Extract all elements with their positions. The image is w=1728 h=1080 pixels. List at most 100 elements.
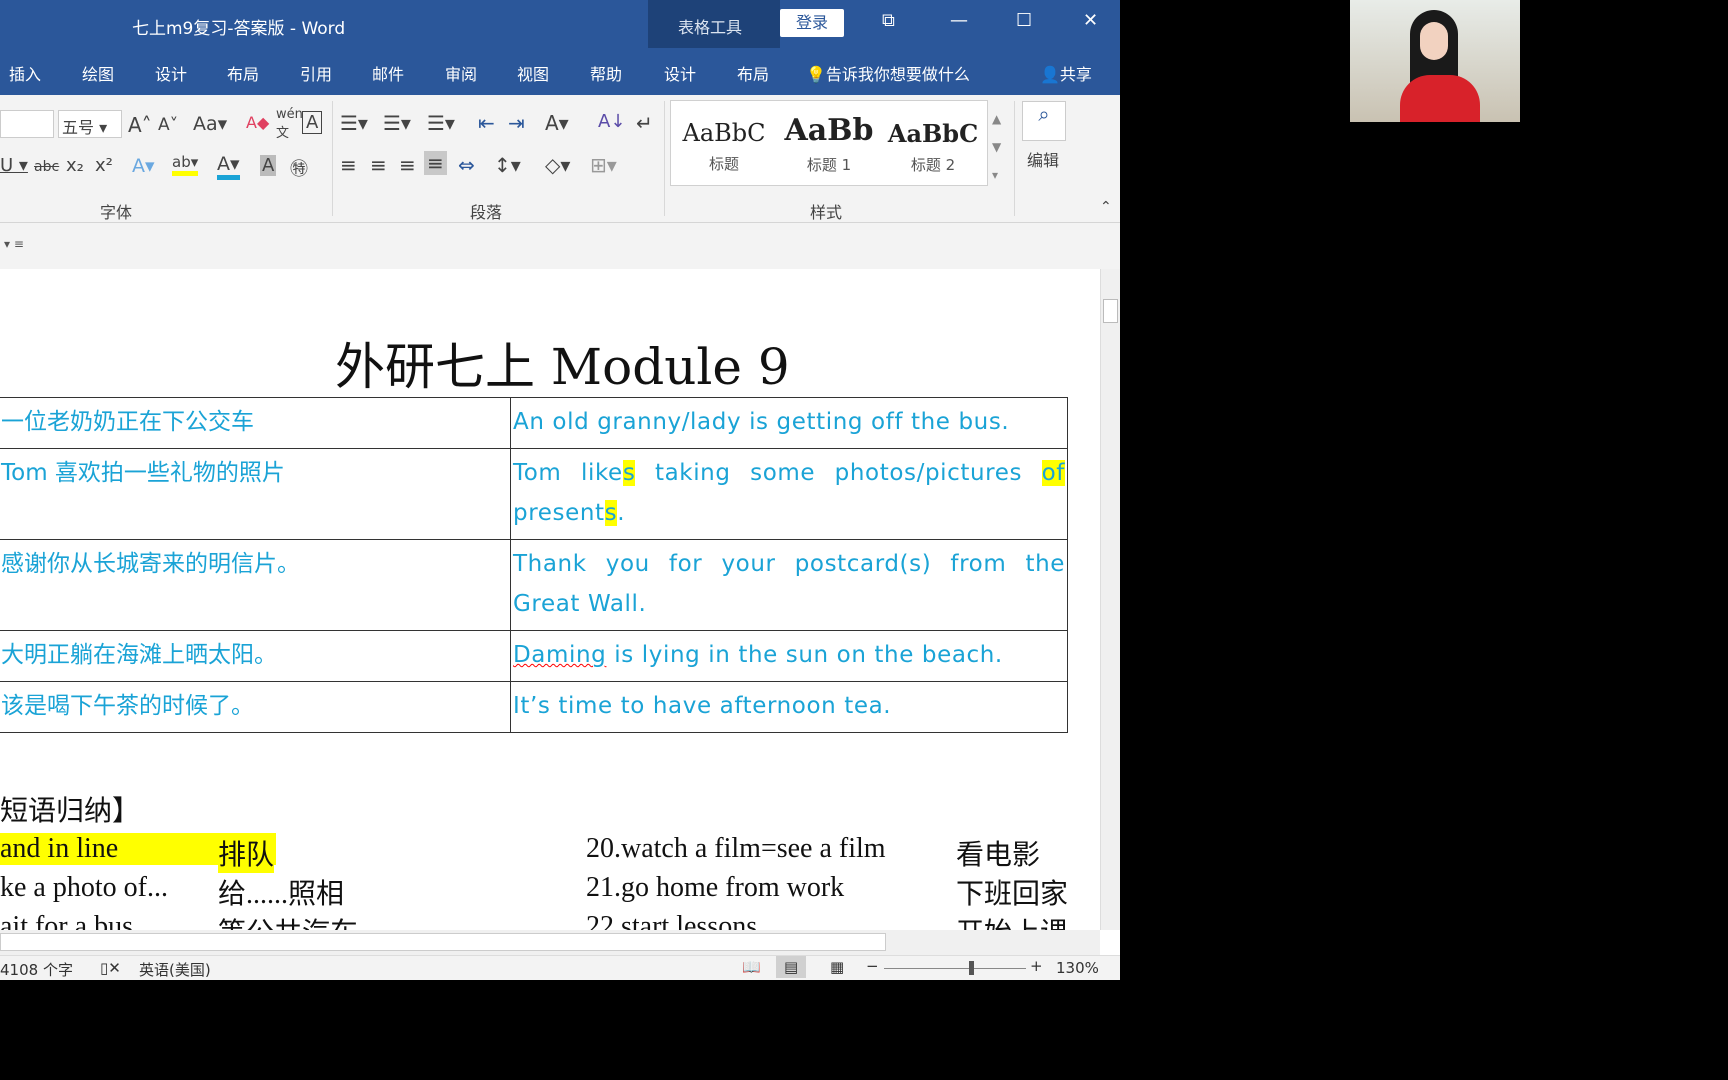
chinese-cell: 该是喝下午茶的时候了。 <box>0 681 511 733</box>
zoom-out-button[interactable]: − <box>866 957 879 975</box>
document-page[interactable]: 外研七上 Module 9 一位老奶奶正在下公交车 An old granny/l… <box>0 269 1100 930</box>
tab-table-layout[interactable]: 布局 <box>737 61 769 85</box>
find-icon[interactable]: ⌕ <box>1022 101 1066 141</box>
read-mode-icon[interactable]: 📖 <box>742 958 761 976</box>
qa-customize-icon[interactable]: ▾ ≡ <box>4 237 24 251</box>
borders-icon[interactable]: ⊞▾ <box>590 153 617 177</box>
word-window: 七上m9复习-答案版 - Word 表格工具 登录 ⧉ — ☐ ✕ 插入 绘图 … <box>0 0 1120 980</box>
strikethrough-icon[interactable]: abc <box>34 159 59 175</box>
phrase-zh: 开始上课 <box>956 911 1068 930</box>
font-size-box[interactable]: 五号 ▾ <box>58 110 122 138</box>
divider <box>332 101 333 216</box>
phonetic-guide-icon[interactable]: wén 文 <box>276 107 303 141</box>
ribbon-display-icon[interactable]: ⧉ <box>882 10 895 31</box>
clear-format-icon[interactable]: A◆ <box>246 113 269 132</box>
font-name-box[interactable] <box>0 110 54 138</box>
tab-review[interactable]: 审阅 <box>445 61 477 85</box>
zoom-slider[interactable] <box>884 968 1026 969</box>
phrase-zh: 下班回家 <box>956 879 1069 910</box>
change-case-icon[interactable]: Aa▾ <box>193 113 227 135</box>
scroll-thumb[interactable] <box>1103 299 1118 323</box>
horizontal-scrollbar[interactable] <box>0 930 1100 955</box>
word-count[interactable]: 4108 个字 <box>0 959 73 980</box>
tab-layout[interactable]: 布局 <box>227 61 259 85</box>
font-size-value: 五号 <box>62 118 95 137</box>
print-layout-icon[interactable]: ▤ <box>776 956 807 978</box>
presenter-face <box>1420 22 1448 60</box>
zoom-level[interactable]: 130% <box>1056 959 1099 977</box>
multilevel-list-icon[interactable]: ☰▾ <box>427 111 455 135</box>
styles-gallery: AaBbC 标题 AaBb 标题 1 AaBbC 标题 2 <box>670 100 988 186</box>
shrink-font-icon[interactable]: A˅ <box>158 115 178 135</box>
char-shading-icon[interactable]: A <box>260 155 277 176</box>
text-effects-icon[interactable]: A▾ <box>132 155 155 177</box>
decrease-indent-icon[interactable]: ⇤ <box>478 111 495 135</box>
document-title: 外研七上 Module 9 <box>335 338 790 396</box>
numbering-icon[interactable]: ☰▾ <box>383 111 411 135</box>
tell-me-search[interactable]: 💡告诉我你想要做什么 <box>806 61 970 85</box>
show-marks-icon[interactable]: ↵ <box>636 111 653 135</box>
style-heading-2[interactable]: AaBbC 标题 2 <box>883 113 983 175</box>
proofing-icon[interactable]: ▯✕ <box>100 959 121 977</box>
table-row: 一位老奶奶正在下公交车 An old granny/lady is getting… <box>0 397 1068 449</box>
presenter-shirt <box>1400 75 1480 122</box>
zoom-slider-thumb[interactable] <box>969 961 975 975</box>
phrase-en: ke a photo of... <box>0 872 168 903</box>
grow-font-icon[interactable]: A˄ <box>128 113 152 137</box>
close-button[interactable]: ✕ <box>1083 10 1098 31</box>
web-layout-icon[interactable]: ▦ <box>830 958 844 976</box>
tab-mailings[interactable]: 邮件 <box>372 61 404 85</box>
shading-icon[interactable]: ◇▾ <box>545 153 570 177</box>
chinese-cell: 大明正躺在海滩上晒太阳。 <box>0 630 511 682</box>
table-row: 感谢你从长城寄来的明信片。 Thank you for your postcard… <box>0 539 1068 631</box>
char-border-icon[interactable]: A <box>302 111 323 134</box>
superscript-icon[interactable]: x² <box>95 155 113 176</box>
login-button[interactable]: 登录 <box>780 9 844 37</box>
line-spacing-icon[interactable]: ↕▾ <box>494 153 521 177</box>
phrase-en: 22.start lessons <box>586 911 758 930</box>
justify-icon[interactable]: ≡ <box>424 151 447 175</box>
tab-design[interactable]: 设计 <box>155 61 187 85</box>
style-title[interactable]: AaBbC 标题 <box>674 113 774 174</box>
underline-icon[interactable]: U ▾ <box>0 155 28 176</box>
align-left-icon[interactable]: ≡ <box>340 153 357 177</box>
ribbon-tabs: 插入 绘图 设计 布局 引用 邮件 审阅 视图 帮助 设计 布局 💡告诉我你想要… <box>0 48 1120 95</box>
edit-button[interactable]: 编辑 <box>1027 147 1059 171</box>
tab-help[interactable]: 帮助 <box>590 61 622 85</box>
styles-scroll[interactable]: ▲ ▼ ▾ <box>992 105 1001 189</box>
font-color-icon[interactable]: A▾ <box>217 153 240 180</box>
bullets-icon[interactable]: ☰▾ <box>340 111 368 135</box>
tab-view[interactable]: 视图 <box>517 61 549 85</box>
group-font-label: 字体 <box>100 203 133 222</box>
tab-insert[interactable]: 插入 <box>9 61 41 85</box>
share-button[interactable]: 👤共享 <box>1040 61 1092 85</box>
increase-indent-icon[interactable]: ⇥ <box>508 111 525 135</box>
phrase-zh: 看电影 <box>956 840 1041 871</box>
ribbon: 五号 ▾ A˄ A˅ Aa▾ A◆ wén 文 A U ▾ abc x₂ x² A… <box>0 95 1120 223</box>
phrase-zh: 给......照相 <box>218 879 345 910</box>
style-heading-1[interactable]: AaBb 标题 1 <box>779 113 879 175</box>
chinese-cell: 感谢你从长城寄来的明信片。 <box>0 539 511 631</box>
sort-icon[interactable]: A↓ <box>598 111 625 132</box>
maximize-button[interactable]: ☐ <box>1016 10 1032 31</box>
minimize-button[interactable]: — <box>950 10 968 31</box>
enclose-char-icon[interactable]: ㊕ <box>290 155 308 181</box>
hscroll-thumb[interactable] <box>0 933 886 951</box>
distributed-icon[interactable]: ⇔ <box>458 153 475 177</box>
tab-references[interactable]: 引用 <box>300 61 332 85</box>
tab-draw[interactable]: 绘图 <box>82 61 114 85</box>
vertical-scrollbar[interactable] <box>1100 269 1120 930</box>
tab-table-design[interactable]: 设计 <box>664 61 696 85</box>
collapse-ribbon-icon[interactable]: ⌃ <box>1100 199 1112 215</box>
char-scaling-icon[interactable]: A▾ <box>545 111 569 135</box>
language[interactable]: 英语(美国) <box>139 959 211 980</box>
highlight-icon[interactable]: ab▾ <box>172 153 199 176</box>
align-right-icon[interactable]: ≡ <box>399 153 416 177</box>
quick-access-bar: ▾ ≡ <box>0 223 1120 269</box>
chinese-cell: 一位老奶奶正在下公交车 <box>0 397 511 449</box>
subscript-icon[interactable]: x₂ <box>66 155 84 176</box>
align-center-icon[interactable]: ≡ <box>370 153 387 177</box>
table-row: 大明正躺在海滩上晒太阳。 Daming is lying in the sun o… <box>0 630 1068 682</box>
phrase-en: 21.go home from work <box>586 872 845 903</box>
zoom-in-button[interactable]: + <box>1030 957 1043 975</box>
